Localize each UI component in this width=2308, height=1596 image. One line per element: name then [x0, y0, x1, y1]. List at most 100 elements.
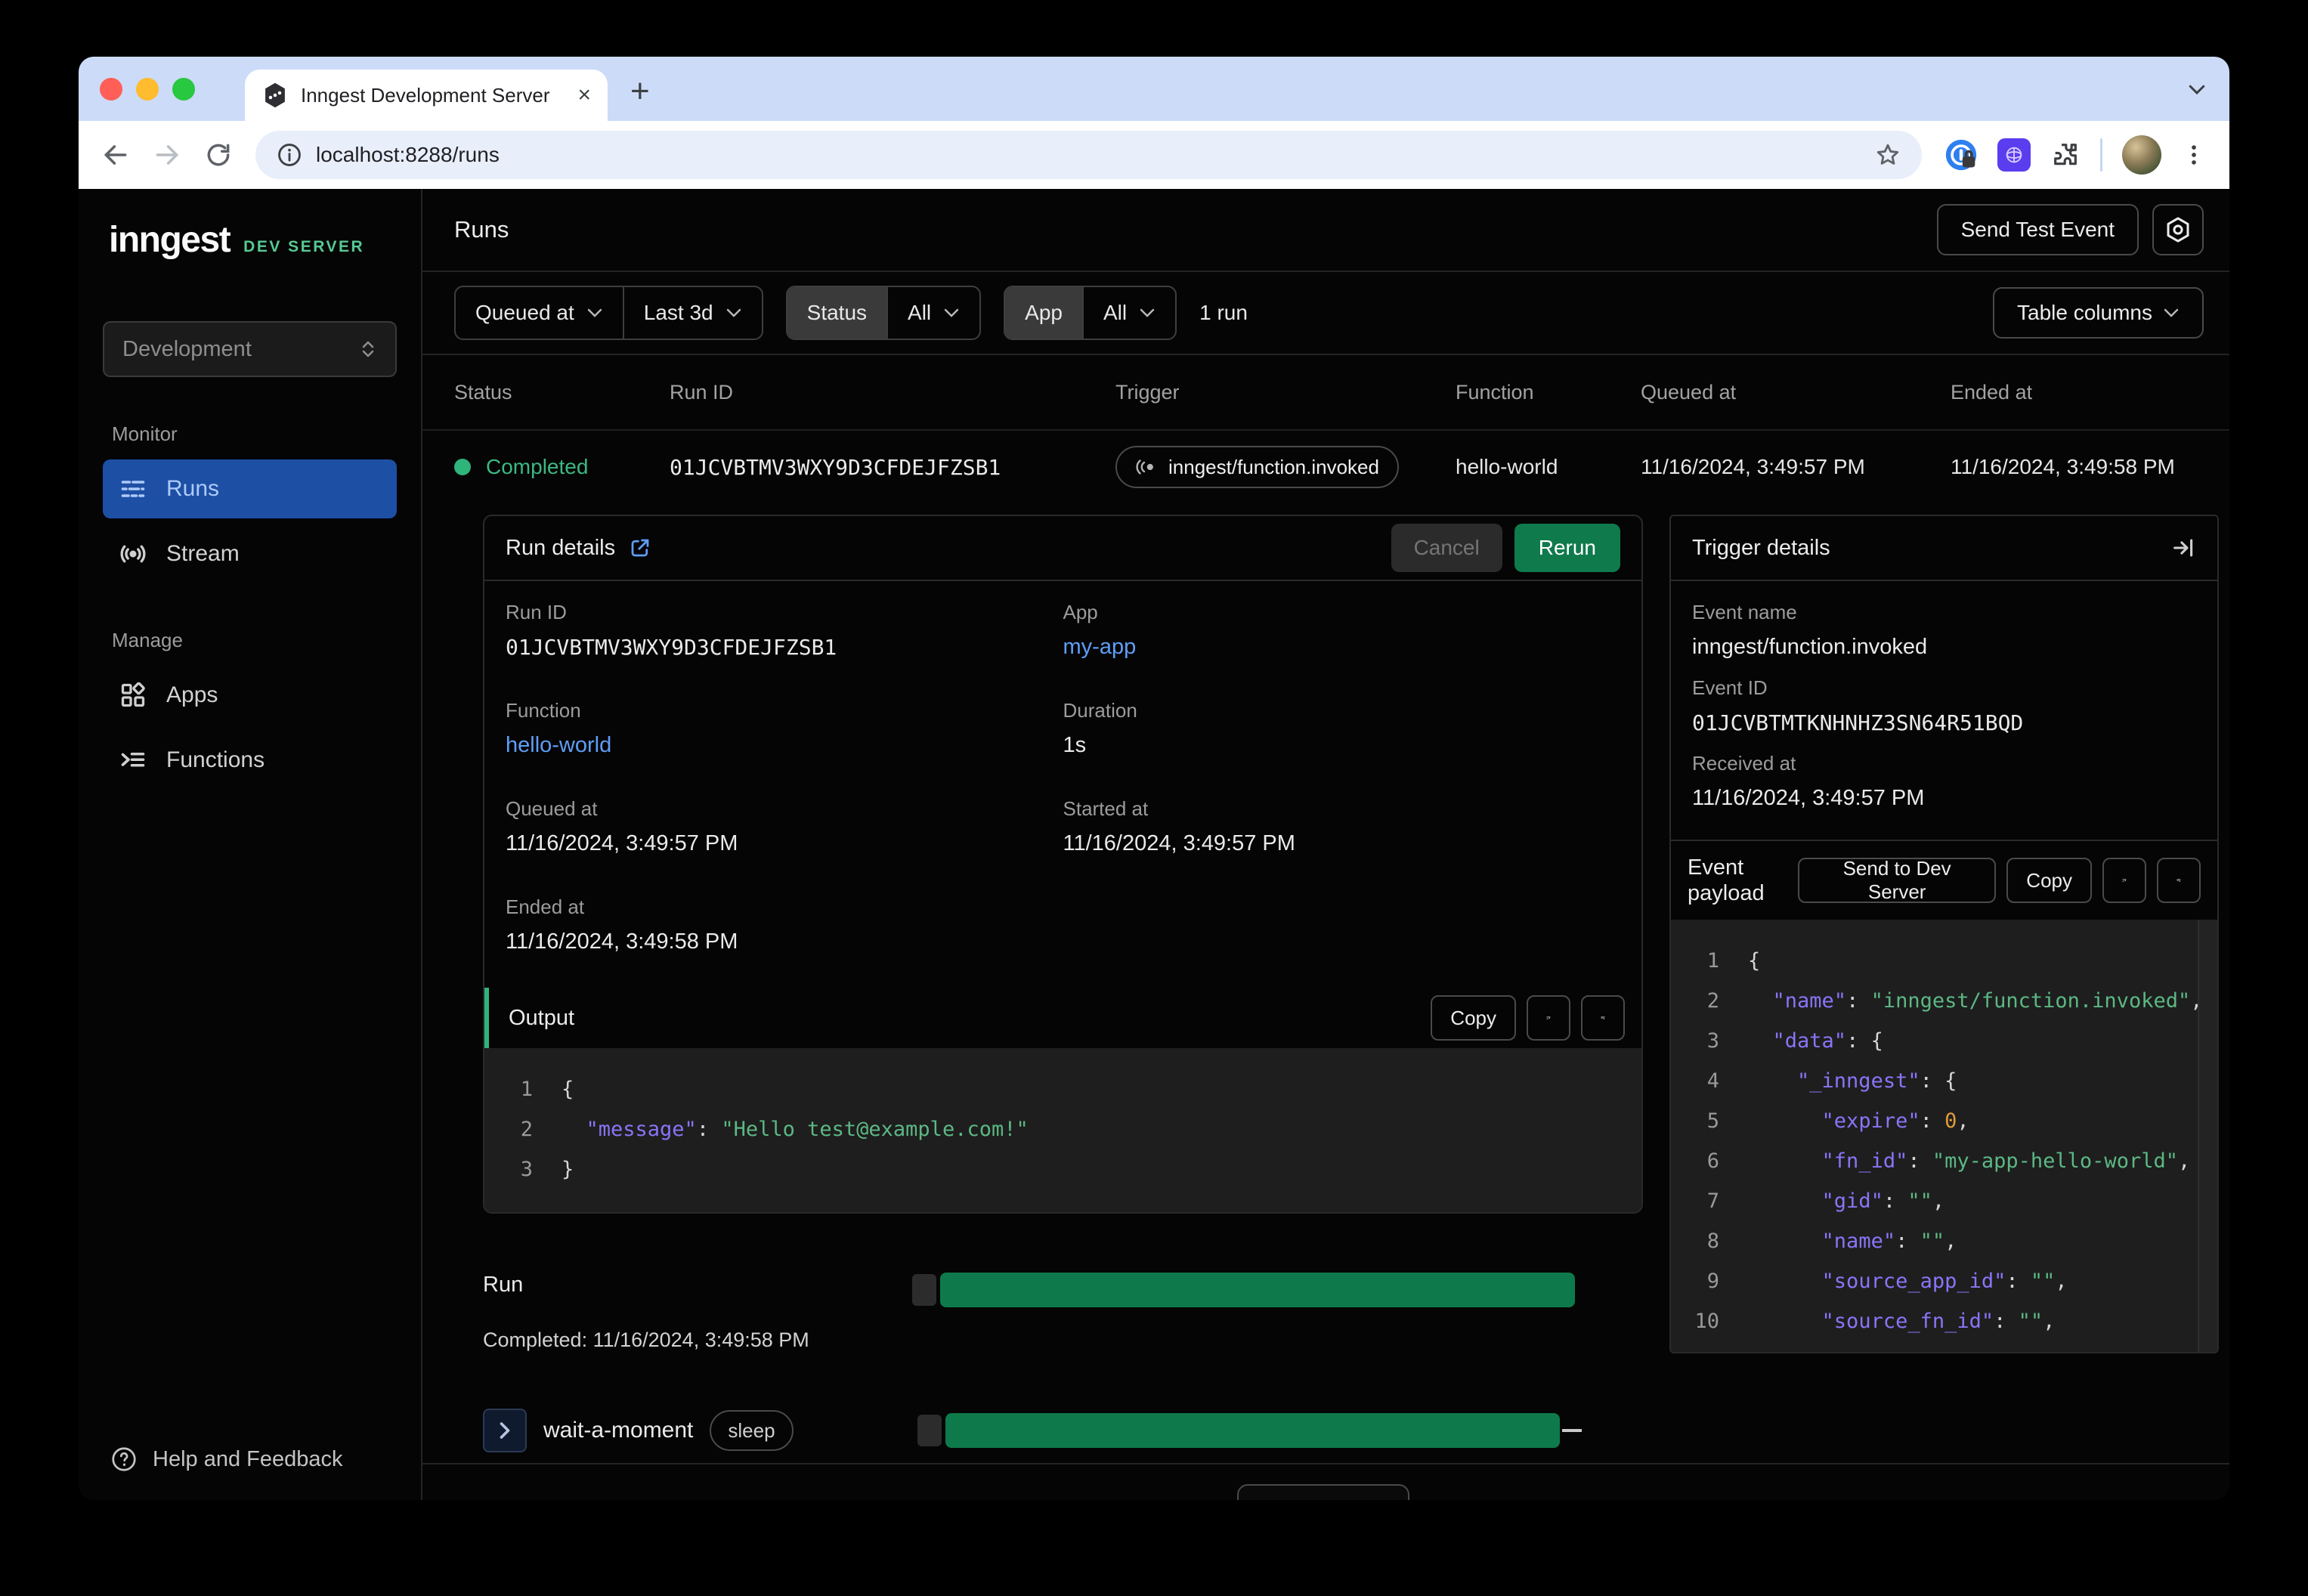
time-filter: Queued at Last 3d — [454, 286, 763, 340]
event-payload-code-container: 1{2 "name": "inngest/function.invoked", 3… — [1671, 920, 2217, 1352]
payload-copy-button[interactable]: Copy — [2006, 858, 2092, 903]
sidebar-item-runs[interactable]: Runs — [103, 459, 397, 518]
chevron-down-icon — [943, 308, 960, 318]
timeline-step-bar[interactable] — [945, 1413, 1560, 1448]
status-filter-dropdown[interactable]: All — [886, 287, 979, 339]
new-tab-button[interactable]: + — [630, 73, 650, 110]
column-header-function[interactable]: Function — [1456, 381, 1641, 404]
sidebar-item-label: Runs — [166, 476, 220, 501]
code-scrollbar[interactable] — [2198, 920, 2217, 1352]
field-ended-at: Ended at 11/16/2024, 3:49:58 PM — [506, 895, 738, 954]
app-filter-label: App — [1005, 287, 1082, 339]
column-header-trigger[interactable]: Trigger — [1115, 381, 1456, 404]
cancel-button[interactable]: Cancel — [1391, 524, 1502, 572]
scroll-to-bottom-icon[interactable] — [1581, 995, 1625, 1041]
word-wrap-icon[interactable] — [2102, 858, 2146, 903]
trigger-fields: Event name inngest/function.invoked Even… — [1671, 581, 2217, 840]
field-started-at: Started at 11/16/2024, 3:49:57 PM — [1063, 797, 1295, 855]
ended-at-cell: 11/16/2024, 3:49:58 PM — [1951, 455, 2175, 478]
sidebar-item-functions[interactable]: Functions — [103, 731, 397, 790]
trigger-details-title: Trigger details — [1692, 535, 1830, 560]
password-manager-extension-icon[interactable] — [1944, 138, 1978, 172]
workspace-select[interactable]: Development — [103, 321, 397, 377]
rerun-button[interactable]: Rerun — [1514, 524, 1620, 572]
field-event-name: Event name inngest/function.invoked — [1692, 601, 1928, 659]
column-header-status[interactable]: Status — [454, 381, 670, 404]
apps-grid-icon — [119, 682, 147, 709]
sidebar-item-apps[interactable]: Apps — [103, 666, 397, 725]
reload-icon[interactable] — [204, 141, 233, 169]
app-filter-dropdown[interactable]: All — [1081, 287, 1175, 339]
sidebar-item-label: Apps — [166, 682, 218, 707]
code-line: 1{ — [520, 1078, 574, 1101]
minimize-window-button[interactable] — [136, 77, 159, 101]
close-window-button[interactable] — [100, 77, 122, 101]
send-test-event-button[interactable]: Send Test Event — [1936, 204, 2139, 255]
run-details-fields: Run ID 01JCVBTMV3WXY9D3CFDEJFZSB1 App my… — [484, 581, 1641, 988]
functions-list-icon — [119, 747, 147, 774]
code-line: 9 "source_app_id": "", — [1706, 1270, 2068, 1293]
purple-extension-icon[interactable] — [1997, 138, 2031, 172]
field-received-at: Received at 11/16/2024, 3:49:57 PM — [1692, 752, 1925, 810]
code-line: 11 "source_fn_v": 0 — [1671, 1341, 2217, 1352]
code-line: 1{ — [1706, 949, 1761, 973]
logo: inngest DEV SERVER — [103, 219, 397, 261]
site-info-icon[interactable] — [277, 142, 302, 168]
stream-broadcast-icon — [119, 540, 147, 568]
function-link[interactable]: hello-world — [506, 733, 1063, 758]
help-and-feedback[interactable]: Help and Feedback — [103, 1446, 397, 1473]
table-row[interactable]: Completed 01JCVBTMV3WXY9D3CFDEJFZSB1 inn… — [422, 431, 2229, 503]
output-code-block[interactable]: 1{2 "message": "Hello test@example.com!"… — [484, 1048, 1641, 1212]
load-more-button-clipped[interactable] — [1237, 1484, 1409, 1500]
collapse-panel-icon[interactable] — [2170, 535, 2196, 561]
column-header-queued-at[interactable]: Queued at — [1641, 381, 1951, 404]
field-duration: Duration 1s — [1063, 699, 1137, 757]
select-updown-icon — [359, 338, 377, 360]
tab-search-icon[interactable] — [2186, 78, 2208, 101]
forward-icon[interactable] — [153, 141, 181, 169]
field-function: Function hello-world — [506, 699, 1063, 758]
url-text[interactable]: localhost:8288/runs — [316, 143, 1861, 167]
extensions-puzzle-icon[interactable] — [2050, 140, 2081, 170]
word-wrap-icon[interactable] — [1527, 995, 1570, 1041]
external-link-icon[interactable] — [629, 537, 651, 559]
settings-gear-button[interactable] — [2152, 204, 2204, 255]
window-controls — [100, 77, 195, 101]
field-app: App my-app — [1063, 601, 1621, 660]
timeline-run-row[interactable]: Run — [483, 1273, 1643, 1312]
event-payload-code-block[interactable]: 1{2 "name": "inngest/function.invoked", 3… — [1671, 920, 2217, 1352]
time-range-dropdown[interactable]: Last 3d — [622, 287, 762, 339]
column-header-ended-at[interactable]: Ended at — [1951, 381, 2198, 404]
browser-menu-icon[interactable] — [2181, 142, 2207, 168]
address-bar[interactable]: localhost:8288/runs — [255, 131, 1922, 179]
trigger-event-pill[interactable]: inngest/function.invoked — [1115, 446, 1399, 488]
maximize-window-button[interactable] — [172, 77, 195, 101]
timeline-step-row[interactable]: wait-a-moment sleep — [483, 1406, 1643, 1455]
field-event-id: Event ID 01JCVBTMTKNHNHZ3SN64R51BQD — [1692, 676, 2024, 735]
profile-avatar[interactable] — [2122, 135, 2161, 175]
run-details-title: Run details — [506, 535, 616, 560]
back-icon[interactable] — [101, 141, 130, 169]
inngest-logotype: inngest — [109, 220, 231, 260]
send-to-dev-server-button[interactable]: Send to Dev Server — [1798, 857, 1997, 903]
tab-close-icon[interactable]: × — [577, 84, 591, 107]
expand-step-chevron-icon[interactable] — [483, 1409, 527, 1452]
toolbar-extensions — [1944, 135, 2207, 175]
chevron-down-icon — [586, 308, 603, 318]
page-header: Runs Send Test Event — [422, 189, 2229, 272]
toolbar-divider — [2100, 138, 2102, 172]
scroll-to-bottom-icon[interactable] — [2157, 858, 2201, 903]
time-field-dropdown[interactable]: Queued at — [456, 287, 623, 339]
timeline-run-bar[interactable] — [940, 1273, 1575, 1307]
sidebar: inngest DEV SERVER Development Monitor R… — [79, 189, 422, 1500]
bookmark-star-icon[interactable] — [1875, 142, 1901, 168]
column-header-run-id[interactable]: Run ID — [670, 381, 1115, 404]
output-copy-button[interactable]: Copy — [1431, 995, 1516, 1041]
sidebar-item-stream[interactable]: Stream — [103, 524, 397, 583]
table-header: Status Run ID Trigger Function Queued at… — [422, 355, 2229, 431]
table-columns-button[interactable]: Table columns — [1993, 287, 2204, 339]
browser-tab[interactable]: Inngest Development Server × — [245, 70, 608, 121]
queued-at-cell: 11/16/2024, 3:49:57 PM — [1641, 455, 1865, 478]
sidebar-item-label: Stream — [166, 541, 240, 566]
app-link[interactable]: my-app — [1063, 635, 1621, 660]
